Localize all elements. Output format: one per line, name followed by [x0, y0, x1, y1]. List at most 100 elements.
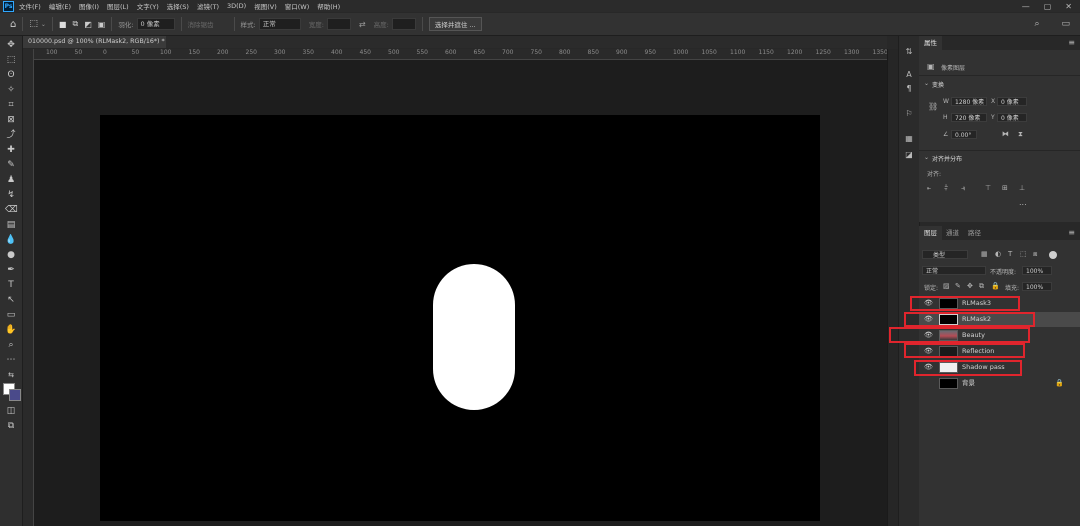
healing-brush-tool-icon[interactable]: ✚ [5, 144, 17, 156]
align-center-v-icon[interactable]: ⊞ [1002, 184, 1008, 192]
style-select[interactable]: 正常 [258, 18, 301, 30]
antialias-checkbox[interactable]: 消除锯齿 [188, 19, 214, 29]
rectangle-tool-icon[interactable]: ▭ [5, 309, 17, 321]
path-selection-tool-icon[interactable]: ↖ [5, 294, 17, 306]
feather-input[interactable]: 0 像素 [136, 18, 175, 30]
rect-marquee-icon[interactable]: ⬚ [29, 19, 38, 29]
filter-type-icon[interactable]: T [1008, 250, 1012, 258]
stamp-tool-icon[interactable]: ♟ [5, 174, 17, 186]
menu-window[interactable]: 窗口(W) [285, 1, 310, 11]
align-top-icon[interactable]: ⊤ [985, 184, 991, 192]
tab-properties[interactable]: 属性 [919, 36, 942, 50]
lock-position-icon[interactable]: ✥ [967, 282, 973, 290]
height-field[interactable]: 720 像素 [951, 113, 987, 122]
vertical-scrollbar[interactable] [887, 49, 898, 526]
tab-paths[interactable]: 路径 [963, 226, 986, 240]
height-input[interactable] [391, 18, 416, 30]
panel-menu-icon[interactable]: ≡ [1068, 38, 1075, 47]
panel-menu-icon[interactable]: ≡ [1068, 228, 1075, 237]
gradient-tool-icon[interactable]: ▤ [5, 219, 17, 231]
width-input[interactable] [326, 18, 351, 30]
brush-tool-icon[interactable]: ✎ [5, 159, 17, 171]
angle-field[interactable]: 0.00° [951, 130, 977, 139]
filter-toggle-icon[interactable] [1049, 251, 1057, 259]
crop-tool-icon[interactable]: ⌗ [5, 99, 17, 111]
menu-select[interactable]: 选择(S) [167, 1, 189, 11]
chevron-down-icon[interactable]: ⌄ [924, 154, 929, 161]
add-selection-icon[interactable]: ⧉ [72, 19, 78, 29]
workspace-icon[interactable]: ▭ [1061, 19, 1070, 29]
type-tool-icon[interactable]: T [5, 279, 17, 291]
subtract-selection-icon[interactable]: ◩ [84, 20, 92, 29]
move-tool-icon[interactable]: ✥ [5, 39, 17, 51]
align-left-icon[interactable]: ⫦ [927, 184, 931, 193]
tab-channels[interactable]: 通道 [941, 226, 964, 240]
lock-artboard-icon[interactable]: ⧉ [979, 282, 984, 291]
notes-panel-icon[interactable]: ◪ [903, 149, 915, 161]
history-brush-tool-icon[interactable]: ↯ [5, 189, 17, 201]
close-icon[interactable]: ✕ [1065, 2, 1072, 11]
menu-file[interactable]: 文件(F) [19, 1, 41, 11]
blend-mode-select[interactable]: 正常 [922, 266, 986, 275]
document-tab[interactable]: 010000.psd @ 100% (RLMask2, RGB/16*) * × [23, 36, 166, 57]
menu-filter[interactable]: 滤镜(T) [197, 1, 219, 11]
select-and-mask-button[interactable]: 选择并遮住 ... [428, 17, 482, 31]
lasso-tool-icon[interactable]: ʘ [5, 69, 17, 81]
align-right-icon[interactable]: ⫣ [961, 184, 965, 193]
dodge-tool-icon[interactable]: ● [5, 249, 17, 261]
menu-layer[interactable]: 图层(L) [107, 1, 129, 11]
pen-tool-icon[interactable]: ✒ [5, 264, 17, 276]
lock-all-icon[interactable]: 🔒 [991, 282, 1000, 290]
more-options-icon[interactable]: ... [1019, 198, 1027, 207]
menu-type[interactable]: 文字(Y) [137, 1, 159, 11]
character-panel-icon[interactable]: A [903, 69, 915, 81]
blur-tool-icon[interactable]: 💧 [5, 234, 17, 246]
history-panel-icon[interactable]: ⇅ [903, 46, 915, 58]
marquee-tool-icon[interactable]: ⬚ [5, 54, 17, 66]
eraser-tool-icon[interactable]: ⌫ [5, 204, 18, 216]
lock-image-icon[interactable]: ✎ [955, 282, 961, 290]
filter-pixel-icon[interactable]: ▦ [981, 250, 988, 258]
menu-image[interactable]: 图像(I) [79, 1, 99, 11]
lock-transparency-icon[interactable]: ▨ [943, 282, 950, 290]
menu-view[interactable]: 视图(V) [254, 1, 277, 11]
menu-3d[interactable]: 3D(D) [227, 2, 246, 10]
tab-layers[interactable]: 图层 [919, 226, 942, 240]
swap-icon[interactable]: ⇄ [359, 20, 366, 29]
filter-kind-select[interactable]: 类型 [922, 250, 968, 259]
opacity-field[interactable]: 100% [1022, 266, 1052, 275]
filter-smartobject-icon[interactable]: ⧈ [1033, 250, 1037, 259]
hand-tool-icon[interactable]: ✋ [5, 324, 17, 336]
quick-mask-icon[interactable]: ◫ [5, 405, 17, 417]
menu-edit[interactable]: 编辑(E) [49, 1, 71, 11]
minimize-icon[interactable]: — [1022, 2, 1030, 11]
flip-vertical-icon[interactable]: ⧗ [1018, 130, 1023, 139]
layer-row[interactable]: 背景 🔒 [919, 376, 1080, 391]
maximize-icon[interactable]: ▢ [1044, 2, 1052, 11]
zoom-tool-icon[interactable]: ⌕ [5, 339, 17, 351]
libraries-panel-icon[interactable]: ▦ [903, 133, 915, 145]
intersect-selection-icon[interactable]: ▣ [98, 20, 106, 29]
more-tools-icon[interactable]: ⋯ [5, 354, 17, 366]
home-icon[interactable]: ⌂ [10, 19, 16, 30]
menu-help[interactable]: 帮助(H) [317, 1, 340, 11]
filter-shape-icon[interactable]: ⬚ [1020, 250, 1027, 258]
new-selection-icon[interactable]: ■ [59, 20, 67, 29]
screen-mode-icon[interactable]: ⧉ [5, 420, 17, 432]
width-field[interactable]: 1280 像素 [951, 97, 987, 106]
background-color-swatch[interactable] [9, 389, 21, 401]
layer-name[interactable]: 背景 [962, 376, 975, 391]
y-field[interactable]: 0 像素 [997, 113, 1027, 122]
flip-horizontal-icon[interactable]: ⧓ [1002, 130, 1009, 138]
link-icon[interactable]: ⛓ [928, 102, 938, 111]
glyphs-panel-icon[interactable]: ⚐ [903, 108, 915, 120]
paragraph-panel-icon[interactable]: ¶ [903, 83, 915, 95]
align-bottom-icon[interactable]: ⊥ [1019, 184, 1025, 192]
eyedropper-tool-icon[interactable]: ⤴ [5, 129, 17, 141]
swap-colors-icon[interactable]: ⇆ [5, 369, 17, 381]
filter-adjustment-icon[interactable]: ◐ [995, 250, 1001, 258]
chevron-down-icon[interactable]: ⌄ [924, 80, 929, 87]
search-icon[interactable]: ⌕ [1034, 19, 1039, 29]
fill-field[interactable]: 100% [1022, 282, 1052, 291]
magic-wand-tool-icon[interactable]: ✧ [5, 84, 17, 96]
